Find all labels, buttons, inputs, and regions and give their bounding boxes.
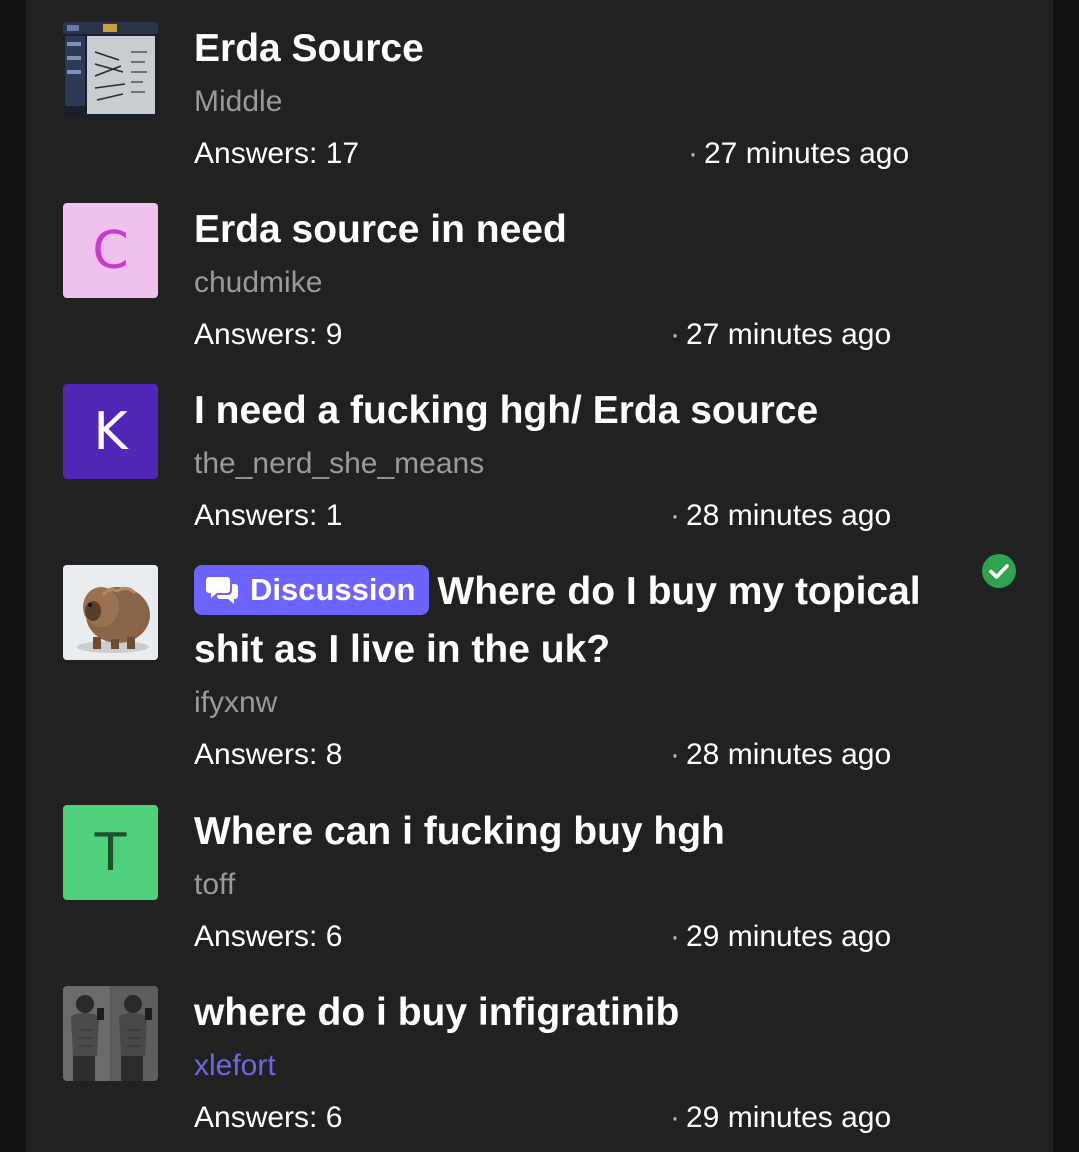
chat-bubbles-icon <box>206 576 238 604</box>
post-title[interactable]: Erda Source <box>194 20 994 78</box>
post-author[interactable]: xlefort <box>194 1048 276 1084</box>
question-feed: Erda Source Middle Answers: 17 · 27 minut… <box>26 0 1053 1152</box>
post-title[interactable]: I need a fucking hgh/ Erda source <box>194 382 994 440</box>
avatar[interactable]: C <box>63 203 158 298</box>
post-title[interactable]: where do i buy infigratinib <box>194 984 994 1042</box>
avatar[interactable] <box>63 22 158 117</box>
separator-dot: · <box>670 738 680 771</box>
separator-dot: · <box>688 137 698 170</box>
answer-count: Answers: 6 <box>194 1101 343 1134</box>
post-time-text: 28 minutes ago <box>686 738 892 771</box>
post-author[interactable]: toff <box>194 867 235 903</box>
answer-count: Answers: 17 <box>194 137 360 170</box>
furry-animal-photo <box>63 565 158 660</box>
post-author[interactable]: Middle <box>194 84 282 120</box>
avatar[interactable]: T <box>63 805 158 900</box>
post-title[interactable]: Where can i fucking buy hgh <box>194 803 994 861</box>
post-time: · 29 minutes ago <box>670 919 891 955</box>
post-time-text: 28 minutes ago <box>686 499 892 532</box>
post-time: · 27 minutes ago <box>688 136 909 172</box>
post-time: · 28 minutes ago <box>670 737 891 773</box>
post-author[interactable]: chudmike <box>194 265 322 301</box>
answer-count: Answers: 8 <box>194 738 343 771</box>
discussion-badge[interactable]: Discussion <box>194 564 430 615</box>
answer-count: Answers: 1 <box>194 499 343 532</box>
post-author[interactable]: ifyxnw <box>194 685 277 721</box>
post-title-line[interactable]: Discussion Where do I buy my topical shi… <box>194 563 964 679</box>
post-time-text: 27 minutes ago <box>686 318 892 351</box>
post-time-text: 27 minutes ago <box>704 137 910 170</box>
avatar[interactable] <box>63 565 158 660</box>
post-title[interactable]: Erda source in need <box>194 201 994 259</box>
post-time: · 29 minutes ago <box>670 1100 891 1136</box>
answer-count: Answers: 6 <box>194 920 343 953</box>
post-time-text: 29 minutes ago <box>686 920 892 953</box>
check-circle-icon <box>982 554 1016 588</box>
separator-dot: · <box>670 920 680 953</box>
separator-dot: · <box>670 499 680 532</box>
separator-dot: · <box>670 1101 680 1134</box>
avatar[interactable] <box>63 986 158 1081</box>
answer-count: Answers: 9 <box>194 318 343 351</box>
post-author[interactable]: the_nerd_she_means <box>194 446 484 482</box>
separator-dot: · <box>670 318 680 351</box>
post-time: · 28 minutes ago <box>670 498 891 534</box>
post-time-text: 29 minutes ago <box>686 1101 892 1134</box>
whiteboard-photo-thumbnail <box>63 22 158 117</box>
post-time: · 27 minutes ago <box>670 317 891 353</box>
avatar[interactable]: K <box>63 384 158 479</box>
discussion-badge-label: Discussion <box>250 571 416 607</box>
mirror-selfie-photo <box>63 986 158 1081</box>
